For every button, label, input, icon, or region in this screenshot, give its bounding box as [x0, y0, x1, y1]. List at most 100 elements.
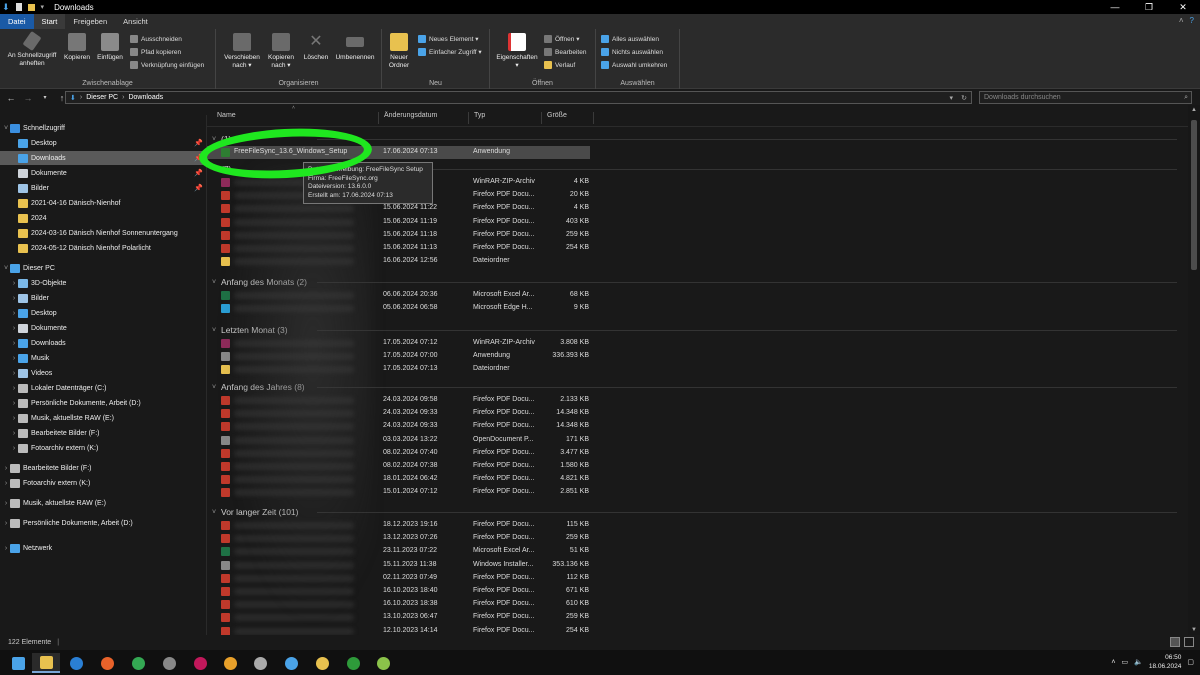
folder-quick-icon[interactable]: [27, 3, 35, 11]
new-item-button[interactable]: Neues Element ▾: [418, 34, 479, 44]
group-collapse-icon[interactable]: ˅: [207, 384, 221, 391]
app-yellowgreen-taskbar-button[interactable]: [369, 653, 397, 673]
expand-chevron-icon[interactable]: ›: [2, 480, 10, 487]
expand-chevron-icon[interactable]: ›: [2, 465, 10, 472]
firefox-taskbar-button[interactable]: [93, 653, 121, 673]
move-to-button[interactable]: Verschieben nach ▾: [222, 33, 262, 70]
easy-access-button[interactable]: Einfacher Zugriff ▾: [418, 47, 482, 57]
minimize-button[interactable]: —: [1098, 0, 1132, 14]
help-icon[interactable]: ?: [1190, 16, 1194, 25]
nav-item[interactable]: › Desktop: [0, 306, 207, 320]
refresh-icon[interactable]: ↻: [961, 94, 967, 102]
back-arrow-icon[interactable]: ←: [5, 93, 17, 103]
open-button[interactable]: Öffnen ▾: [544, 34, 579, 44]
search-input[interactable]: Downloads durchsuchen ⌕: [979, 91, 1192, 104]
scroll-up-icon[interactable]: ▲: [1188, 107, 1200, 113]
forward-arrow-icon[interactable]: →: [22, 93, 34, 103]
nav-item[interactable]: › Dokumente: [0, 321, 207, 335]
network-tray-icon[interactable]: ▭: [1121, 658, 1128, 666]
start-taskbar-button[interactable]: [4, 653, 32, 673]
invert-selection-button[interactable]: Auswahl umkehren: [601, 60, 667, 70]
nav-item[interactable]: › Bearbeitete Bilder (F:): [0, 426, 207, 440]
breadcrumb-chevron-icon[interactable]: ›: [122, 94, 124, 101]
nav-item[interactable]: 2024: [0, 211, 207, 225]
nav-item[interactable]: › Bilder: [0, 291, 207, 305]
nav-item[interactable]: 2021-04-16 Dänisch-Nienhof: [0, 196, 207, 210]
app-tools-taskbar-button[interactable]: [308, 653, 336, 673]
search-icon[interactable]: ⌕: [1184, 92, 1188, 103]
expand-chevron-icon[interactable]: ›: [2, 500, 10, 507]
pin-quick-access-button[interactable]: An Schnellzugriff anheften: [4, 31, 60, 68]
group-collapse-icon[interactable]: ˅: [207, 327, 221, 334]
tab-file[interactable]: Datei: [0, 14, 34, 29]
nav-item[interactable]: 2024-05-12 Dänisch Nienhof Polarlicht: [0, 241, 207, 255]
nav-item[interactable]: › Persönliche Dokumente, Arbeit (D:): [0, 396, 207, 410]
nav-item[interactable]: › Lokaler Datenträger (C:): [0, 381, 207, 395]
expand-chevron-icon[interactable]: ›: [2, 545, 10, 552]
expand-chevron-icon[interactable]: ›: [10, 430, 18, 437]
pin-icon[interactable]: 📌: [194, 139, 203, 147]
edit-button[interactable]: Bearbeiten: [544, 47, 586, 57]
address-dropdown-icon[interactable]: ▾: [949, 94, 953, 102]
tiles-view-icon[interactable]: [1184, 637, 1194, 647]
group-collapse-icon[interactable]: ˅: [207, 279, 221, 286]
nav-item[interactable]: › Fotoarchiv extern (K:): [0, 441, 207, 455]
nav-item[interactable]: › Persönliche Dokumente, Arbeit (D:): [0, 516, 207, 530]
column-date[interactable]: Änderungsdatum: [379, 112, 469, 124]
volume-icon[interactable]: 🔈: [1134, 658, 1143, 666]
table-row[interactable]: 12.10.2023 14:14 Firefox PDF Docu... 254 K…: [207, 625, 1188, 635]
tab-start[interactable]: Start: [33, 14, 66, 29]
select-none-button[interactable]: Nichts auswählen: [601, 47, 663, 57]
pin-icon[interactable]: 📌: [194, 184, 203, 192]
expand-chevron-icon[interactable]: ›: [10, 385, 18, 392]
address-bar[interactable]: ⬇ › Dieser PC › Downloads ▾ ↻: [65, 91, 972, 104]
tab-share[interactable]: Freigeben: [65, 14, 115, 29]
nav-item[interactable]: Desktop 📌: [0, 136, 207, 150]
nav-item[interactable]: › Musik, aktuellste RAW (E:): [0, 411, 207, 425]
nav-item[interactable]: › Bearbeitete Bilder (F:): [0, 461, 207, 475]
paste-button[interactable]: Einfügen: [94, 33, 126, 62]
explorer-taskbar-button[interactable]: [32, 653, 60, 673]
nav-item[interactable]: Bilder 📌: [0, 181, 207, 195]
clock[interactable]: 06:50 18.06.2024: [1149, 653, 1182, 671]
breadcrumb-downloads[interactable]: Downloads: [128, 94, 163, 101]
nav-item[interactable]: › Videos: [0, 366, 207, 380]
expand-chevron-icon[interactable]: ˅: [2, 265, 10, 272]
tray-expand-icon[interactable]: ˄: [1111, 659, 1115, 666]
quick-access-down-arrow-icon[interactable]: ⬇: [2, 2, 10, 13]
properties-button[interactable]: Eigenschaften ▾: [492, 33, 542, 70]
expand-chevron-icon[interactable]: ›: [10, 280, 18, 287]
properties-quick-icon[interactable]: [15, 3, 22, 11]
expand-chevron-icon[interactable]: ›: [10, 445, 18, 452]
nav-item[interactable]: › Musik: [0, 351, 207, 365]
nav-item[interactable]: › 3D-Objekte: [0, 276, 207, 290]
expand-chevron-icon[interactable]: ›: [10, 340, 18, 347]
scrollbar-thumb[interactable]: [1191, 120, 1197, 270]
app-colorful-taskbar-button[interactable]: [186, 653, 214, 673]
close-button[interactable]: ✕: [1166, 0, 1200, 14]
expand-chevron-icon[interactable]: ›: [10, 400, 18, 407]
expand-chevron-icon[interactable]: ›: [10, 325, 18, 332]
copy-path-button[interactable]: Pfad kopieren: [130, 47, 181, 57]
breadcrumb-this-pc[interactable]: Dieser PC: [86, 94, 118, 101]
nav-item[interactable]: › Fotoarchiv extern (K:): [0, 476, 207, 490]
delete-button[interactable]: ✕ Löschen: [300, 33, 332, 62]
nav-item[interactable]: › Musik, aktuellste RAW (E:): [0, 496, 207, 510]
cut-button[interactable]: Ausschneiden: [130, 34, 182, 44]
tab-view[interactable]: Ansicht: [115, 14, 156, 29]
history-button[interactable]: Verlauf: [544, 60, 575, 70]
app-feather-taskbar-button[interactable]: [277, 653, 305, 673]
nav-item[interactable]: › Netzwerk: [0, 541, 207, 555]
app-dark-taskbar-button[interactable]: [155, 653, 183, 673]
column-type[interactable]: Typ: [469, 112, 542, 124]
expand-chevron-icon[interactable]: ›: [10, 355, 18, 362]
app-green-taskbar-button[interactable]: [339, 653, 367, 673]
vertical-scrollbar[interactable]: ▲ ▼: [1188, 105, 1200, 635]
nav-item[interactable]: ˅ Dieser PC: [0, 261, 207, 275]
copy-to-button[interactable]: Kopieren nach ▾: [264, 33, 298, 70]
column-name[interactable]: Name ˄: [212, 105, 379, 124]
pin-icon[interactable]: 📌: [194, 169, 203, 177]
group-collapse-icon[interactable]: ˅: [207, 509, 221, 516]
details-view-icon[interactable]: [1170, 637, 1180, 647]
expand-chevron-icon[interactable]: ˅: [2, 125, 10, 132]
